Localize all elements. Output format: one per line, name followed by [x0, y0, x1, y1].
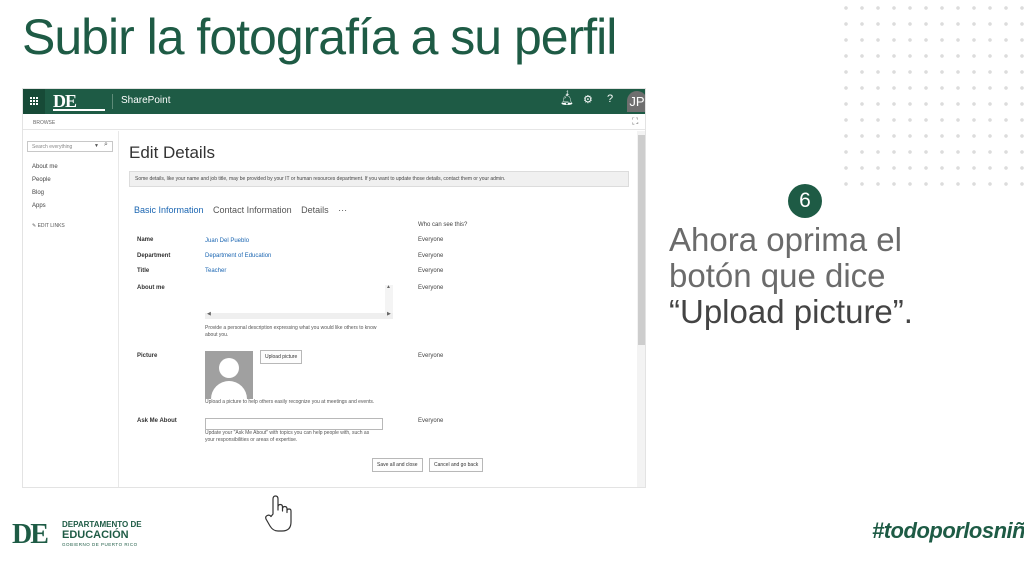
page-heading: Edit Details: [129, 143, 215, 162]
tab-details[interactable]: Details: [301, 205, 329, 215]
app-launcher-icon[interactable]: [23, 89, 45, 114]
tab-basic-information[interactable]: Basic Information: [134, 205, 204, 215]
footer-logo-line1: DEPARTAMENTO DE: [62, 520, 142, 529]
instruction-text: Ahora oprima el botón que dice “Upload p…: [669, 222, 913, 330]
hashtag-text: #todoporlosniños: [872, 518, 1024, 543]
vertical-scrollbar[interactable]: ▲: [385, 284, 393, 313]
info-notice: Some details, like your name and job tit…: [129, 171, 629, 187]
de-logo[interactable]: DE: [53, 92, 105, 111]
department-label: Department: [137, 253, 171, 259]
step-number-badge: 6: [788, 184, 822, 218]
name-label: Name: [137, 237, 154, 243]
visibility-header: Who can see this?: [418, 222, 468, 228]
cancel-button[interactable]: Cancel and go back: [429, 458, 484, 472]
departamento-educacion-logo: DE DEPARTAMENTO DE EDUCACIÓN GOBIERNO DE…: [12, 520, 152, 550]
nav-item-people[interactable]: People: [32, 177, 51, 183]
name-visibility: Everyone: [418, 237, 444, 243]
profile-picture-placeholder: [205, 351, 253, 399]
ribbon: BROWSE ⛶: [23, 114, 645, 130]
edit-links[interactable]: ✎ EDIT LINKS: [32, 223, 65, 229]
scroll-up-icon[interactable]: ▲: [386, 284, 391, 290]
left-navigation: Search everything ▼ ⌕ About me People Bl…: [23, 131, 119, 487]
department-value[interactable]: Department of Education: [205, 253, 271, 259]
title-visibility: Everyone: [418, 268, 444, 274]
title-label: Title: [137, 268, 150, 274]
scrollbar-thumb[interactable]: [638, 135, 645, 345]
sharepoint-top-bar: DE SharePoint 🔔︎ 1 ⚙ ? JP: [23, 89, 645, 114]
name-value[interactable]: Juan Del Pueblo: [205, 238, 249, 244]
footer-logo-line3: GOBIERNO DE PUERTO RICO: [62, 542, 138, 547]
person-icon: [219, 358, 239, 378]
ask-me-about-label: Ask Me About: [137, 418, 177, 424]
edit-links-label: EDIT LINKS: [37, 223, 65, 229]
scroll-left-icon[interactable]: ◀: [207, 311, 211, 317]
picture-label: Picture: [137, 353, 158, 359]
about-me-visibility: Everyone: [418, 285, 444, 291]
nav-item-apps[interactable]: Apps: [32, 203, 46, 209]
department-visibility: Everyone: [418, 253, 444, 259]
nav-item-about-me[interactable]: About me: [32, 164, 58, 170]
page-scrollbar[interactable]: [637, 131, 645, 487]
footer-logo-line2: EDUCACIÓN: [62, 529, 129, 541]
ask-me-about-hint-line2: your responsibilities or areas of expert…: [205, 437, 298, 443]
more-tabs-icon[interactable]: ···: [338, 205, 347, 215]
instruction-line-2: botón que dice: [669, 257, 886, 294]
instruction-line-1: Ahora oprima el: [669, 221, 902, 258]
browse-tab[interactable]: BROWSE: [33, 120, 55, 126]
slide-title: Subir la fotografía a su perfil: [22, 9, 617, 65]
pencil-icon: ✎: [32, 223, 37, 229]
picture-visibility: Everyone: [418, 353, 444, 359]
about-me-hint-line2: about you.: [205, 332, 229, 338]
ask-me-about-hint-line1: Update your "Ask Me About" with topics y…: [205, 430, 370, 436]
sharepoint-screenshot: DE SharePoint 🔔︎ 1 ⚙ ? JP BROWSE ⛶ Searc…: [22, 88, 646, 488]
notification-count: 1: [566, 91, 570, 97]
footer-logo-mark: DE: [12, 519, 49, 550]
hand-pointer-icon: [265, 495, 292, 532]
upload-picture-button[interactable]: Upload picture: [260, 350, 303, 364]
chevron-down-icon[interactable]: ▼: [94, 143, 99, 149]
sharepoint-app-name[interactable]: SharePoint: [121, 95, 170, 106]
profile-tabs: Basic Information Contact Information De…: [134, 205, 354, 215]
help-icon[interactable]: ?: [607, 93, 613, 105]
tab-contact-information[interactable]: Contact Information: [213, 205, 292, 215]
topbar-divider: [112, 94, 113, 109]
title-value[interactable]: Teacher: [205, 268, 226, 274]
about-me-label: About me: [137, 285, 165, 291]
ask-me-about-hint: Update your "Ask Me About" with topics y…: [205, 430, 369, 444]
user-avatar[interactable]: JP: [627, 91, 645, 112]
search-icon[interactable]: ⌕: [104, 141, 108, 149]
focus-content-icon[interactable]: ⛶: [632, 116, 638, 127]
nav-item-blog[interactable]: Blog: [32, 190, 44, 196]
picture-hint: Upload a picture to help others easily r…: [205, 399, 375, 405]
about-me-hint: Provide a personal description expressin…: [205, 325, 376, 339]
about-me-textarea[interactable]: ▲ ◀ ▶: [205, 284, 395, 319]
search-placeholder: Search everything: [32, 144, 73, 150]
gear-icon[interactable]: ⚙: [583, 93, 593, 106]
scroll-right-icon[interactable]: ▶: [387, 311, 391, 317]
dotted-decoration: [838, 0, 1024, 190]
about-me-hint-line1: Provide a personal description expressin…: [205, 325, 377, 331]
ask-me-about-input[interactable]: [205, 418, 383, 430]
horizontal-scrollbar[interactable]: ◀ ▶: [205, 311, 393, 319]
save-all-button[interactable]: Save all and close: [372, 458, 423, 472]
instruction-line-3: “Upload picture”.: [669, 293, 913, 330]
search-input[interactable]: Search everything ▼ ⌕: [27, 141, 113, 152]
ask-me-about-visibility: Everyone: [418, 418, 444, 424]
